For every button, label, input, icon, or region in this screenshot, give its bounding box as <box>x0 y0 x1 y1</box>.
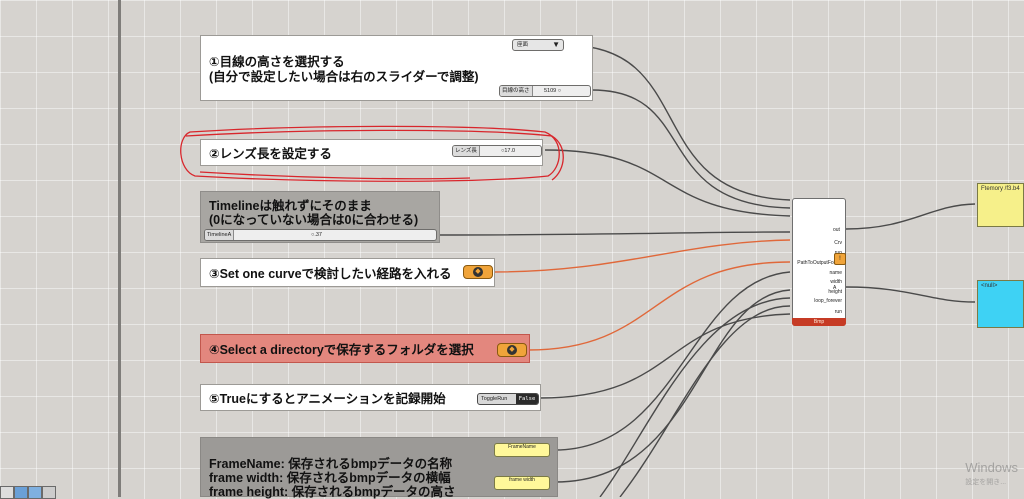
wire-curve <box>492 239 791 273</box>
toggle-run-label: ToggleRun <box>481 396 508 402</box>
watermark-line2: 設定を開き... <box>965 479 1007 486</box>
panel-frame-line1: FrameName: 保存されるbmpデータの名称 <box>209 457 453 471</box>
component-icon: ! <box>834 253 846 265</box>
wire-out <box>845 203 976 230</box>
set-one-curve-param[interactable]: ◆ <box>463 265 493 279</box>
blue-output-text: <null> <box>981 283 998 289</box>
bmp-component[interactable]: Crv run PathToOutputFolder name width he… <box>792 198 846 326</box>
frame-name-param-label: FrameName <box>508 444 536 450</box>
toggle-run[interactable]: ToggleRun False <box>477 393 539 405</box>
timeline-slider[interactable]: TimelineA ○.37 <box>204 229 437 241</box>
dropdown-arrow-icon: ▼ <box>552 40 560 49</box>
wire-dropdown <box>564 44 791 201</box>
panel-curve-line1: ③Set one curveで検討したい経路を入れる <box>209 267 452 281</box>
blue-output-panel[interactable]: <null> <box>977 280 1024 328</box>
yellow-output-panel[interactable]: Ftemory /f3.b4 <box>977 183 1024 227</box>
directory-param-icon: ◆ <box>507 345 517 355</box>
curve-param-icon: ◆ <box>473 267 483 277</box>
wire-out-a <box>845 286 976 303</box>
canvas-left[interactable] <box>0 0 119 497</box>
panel-lens-line1: ②レンズ長を設定する <box>209 147 332 161</box>
yellow-output-text: Ftemory /f3.b4 <box>981 186 1020 192</box>
wire-frame2 <box>554 289 791 483</box>
lens-slider[interactable]: レンズ長 ○17.0 <box>452 145 542 157</box>
panel-frame-line2: frame width: 保存されるbmpデータの横幅 <box>209 471 451 485</box>
frame-width-param-label: frame width <box>509 477 535 483</box>
lens-slider-label: レンズ長 <box>453 146 480 156</box>
wire-directory <box>527 261 791 351</box>
eye-height-slider[interactable]: 目線の高さ 5109 ○ <box>499 85 591 97</box>
panel-eye-height-line2: (自分で設定したい場合は右のスライダーで調整) <box>209 70 479 84</box>
component-footer: Bmp <box>792 318 846 326</box>
output-a[interactable]: A <box>833 285 836 291</box>
canvas-toolbar-fragment[interactable] <box>0 486 58 499</box>
wire-timeline <box>436 231 791 236</box>
eye-height-slider-label: 目線の高さ <box>500 86 533 96</box>
eye-height-dropdown-label: 座面 <box>517 42 529 48</box>
panel-curve[interactable]: ③Set one curveで検討したい経路を入れる <box>200 258 495 287</box>
lens-slider-value: ○17.0 <box>501 148 516 154</box>
wire-lens <box>544 149 791 217</box>
output-out[interactable]: out <box>833 227 840 233</box>
panel-timeline-line2: (0になっていない場合は0に合わせる) <box>209 213 419 227</box>
toolbar-icon-1[interactable] <box>0 486 14 499</box>
wire-frame1 <box>554 271 791 451</box>
toolbar-icon-4[interactable] <box>42 486 56 499</box>
toolbar-icon-2[interactable] <box>14 486 28 499</box>
toolbar-icon-3[interactable] <box>28 486 42 499</box>
wire-extra2 <box>619 305 791 497</box>
wire-eye-slider <box>591 89 791 209</box>
eye-height-dropdown[interactable]: 座面 ▼ <box>512 39 564 51</box>
panel-timeline-line1: Timelineは触れずにそのまま <box>209 199 372 213</box>
watermark-line1: Windows <box>965 460 1018 475</box>
panel-directory-line1: ④Select a directoryで保存するフォルダを選択 <box>209 343 474 357</box>
frame-width-param[interactable]: frame width <box>494 476 550 490</box>
input-run-2[interactable]: run <box>835 309 842 315</box>
canvas-border <box>118 0 121 497</box>
eye-height-slider-value: 5109 ○ <box>544 88 562 94</box>
input-name[interactable]: name <box>829 270 842 276</box>
timeline-slider-value: ○.37 <box>311 232 322 238</box>
wire-record <box>539 313 791 399</box>
windows-activation-watermark: Windows 設定を開き... <box>965 460 1018 487</box>
select-directory-param[interactable]: ◆ <box>497 343 527 357</box>
toggle-run-value: False <box>516 394 538 404</box>
input-crv[interactable]: Crv <box>834 240 842 246</box>
panel-record-line1: ⑤Trueにするとアニメーションを記録開始 <box>209 392 446 406</box>
input-loop-forever[interactable]: loop_forever <box>814 298 842 304</box>
wire-extra1 <box>599 297 791 497</box>
panel-eye-height-line1: ①目線の高さを選択する <box>209 55 345 69</box>
timeline-slider-label: TimelineA <box>205 230 235 240</box>
panel-directory[interactable]: ④Select a directoryで保存するフォルダを選択 <box>200 334 530 363</box>
frame-name-param[interactable]: FrameName <box>494 443 550 457</box>
